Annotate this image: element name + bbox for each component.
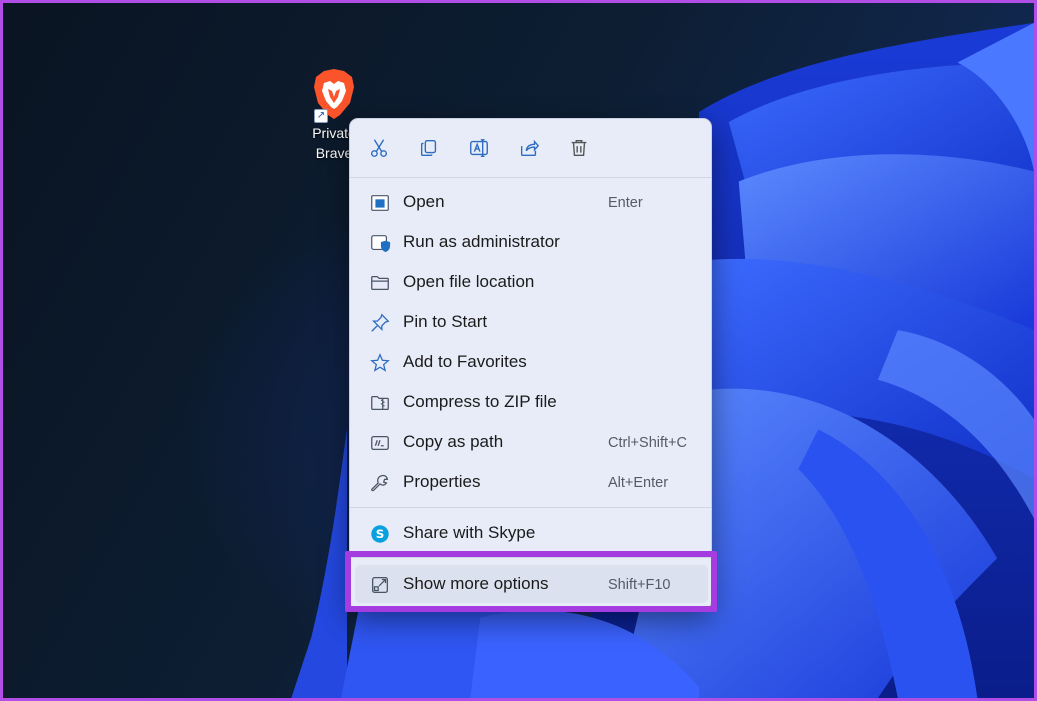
menu-item-label: Copy as path: [403, 432, 504, 451]
menu-item-shortcut: Ctrl+Shift+C: [608, 435, 687, 451]
menu-item-open-file-location[interactable]: Open file location: [355, 263, 708, 301]
menu-item-shortcut: Alt+Enter: [608, 475, 669, 491]
wrench-icon: [369, 472, 391, 494]
cut-button[interactable]: [364, 133, 394, 163]
menu-divider: [350, 507, 711, 508]
menu-item-pin-to-start[interactable]: Pin to Start: [355, 303, 708, 341]
star-icon: [369, 352, 391, 374]
delete-button[interactable]: [564, 133, 594, 163]
context-menu: Open Enter Run as administrator Open fil…: [349, 118, 712, 610]
svg-text:S: S: [376, 527, 385, 541]
menu-item-add-to-favorites[interactable]: Add to Favorites: [355, 343, 708, 381]
menu-item-label: Open: [403, 192, 445, 211]
copy-button[interactable]: [414, 133, 444, 163]
menu-item-label: Compress to ZIP file: [403, 392, 557, 411]
menu-item-properties[interactable]: Properties Alt+Enter: [355, 463, 708, 501]
menu-item-label: Add to Favorites: [403, 352, 527, 371]
menu-item-label: Properties: [403, 472, 481, 491]
context-menu-toolbar: [350, 119, 711, 177]
pin-icon: [369, 312, 391, 334]
copy-icon: [420, 139, 437, 157]
menu-item-run-as-administrator[interactable]: Run as administrator: [355, 223, 708, 261]
menu-item-share-with-skype[interactable]: S Share with Skype: [355, 514, 708, 552]
menu-divider: [350, 177, 711, 178]
brave-lion-icon: ↗: [310, 67, 358, 123]
open-window-icon: [369, 192, 391, 214]
share-icon: [520, 139, 540, 157]
annotation-highlight-box: [345, 551, 717, 612]
menu-item-label: Pin to Start: [403, 312, 488, 331]
share-button[interactable]: [514, 133, 544, 163]
menu-item-open[interactable]: Open Enter: [355, 183, 708, 221]
folder-icon: [369, 272, 391, 294]
shortcut-arrow-icon: ↗: [314, 109, 328, 123]
admin-shield-icon: [369, 232, 391, 254]
scissors-icon: [370, 139, 388, 157]
menu-item-label: Share with Skype: [403, 523, 536, 542]
menu-item-shortcut: Enter: [608, 195, 643, 211]
menu-item-label: Open file location: [403, 272, 535, 291]
desktop[interactable]: ↗ Private Brave Open Enter Run as admini…: [3, 3, 1034, 698]
copy-path-icon: [369, 432, 391, 454]
menu-item-copy-as-path[interactable]: Copy as path Ctrl+Shift+C: [355, 423, 708, 461]
menu-item-label: Run as administrator: [403, 232, 560, 251]
trash-icon: [571, 139, 587, 157]
screenshot-frame: ↗ Private Brave Open Enter Run as admini…: [0, 0, 1037, 701]
menu-item-compress-to-zip[interactable]: Compress to ZIP file: [355, 383, 708, 421]
zip-folder-icon: [369, 392, 391, 414]
rename-button[interactable]: [464, 133, 494, 163]
skype-icon: S: [369, 523, 391, 545]
rename-icon: [470, 139, 488, 157]
